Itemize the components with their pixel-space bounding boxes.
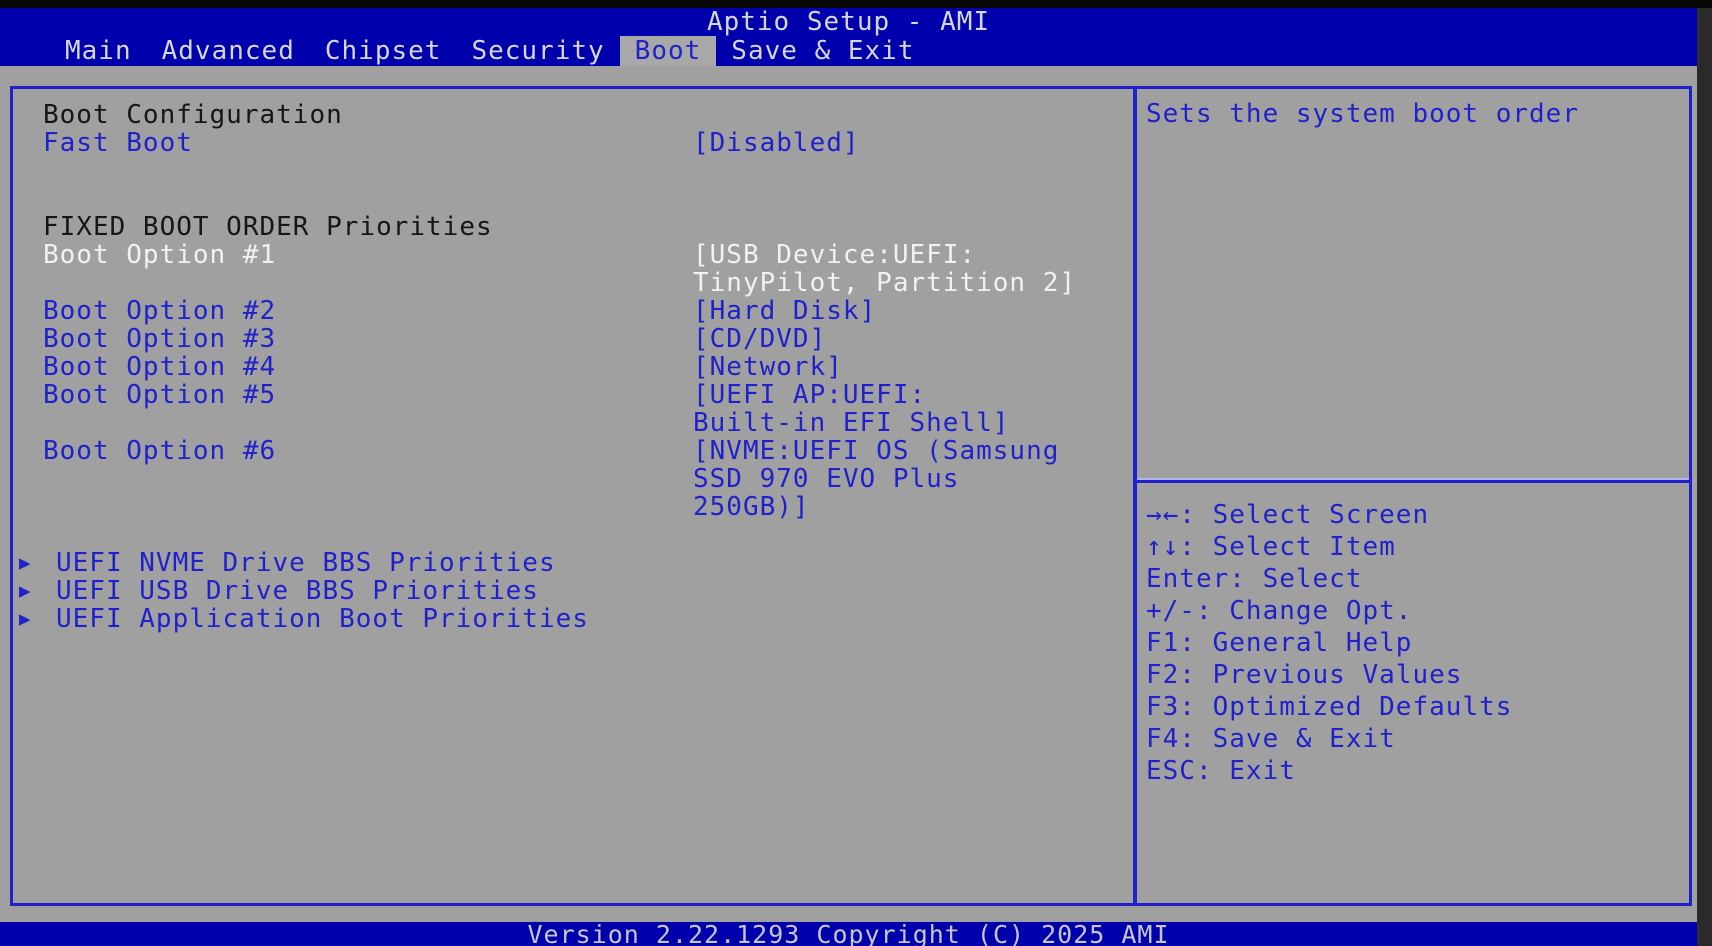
screen-right-bezel (1697, 0, 1712, 946)
submenu-arrow-icon: ▶ (19, 608, 32, 630)
option-value: [USB Device:UEFI: TinyPilot, Partition 2… (693, 240, 1077, 298)
option-label: Boot Option #4 (43, 352, 277, 382)
submenu-label: UEFI NVME Drive BBS Priorities (56, 548, 556, 578)
option-value: [UEFI AP:UEFI: Built-in EFI Shell] (693, 380, 1010, 438)
submenu-arrow-icon: ▶ (19, 552, 32, 574)
legend-item: Enter: Select (1146, 564, 1363, 594)
title-bar: Aptio Setup - AMI Main Advanced Chipset Sec… (0, 8, 1697, 66)
screen-top-bezel (0, 0, 1712, 8)
tab-boot[interactable]: Boot (619, 36, 717, 66)
option-boot-option-3[interactable]: Boot Option #3 [CD/DVD] (13, 325, 1133, 353)
app-title: Aptio Setup - AMI (706, 7, 991, 37)
submenu-uefi-nvme-drive-bbs-priorities[interactable]: ▶ UEFI NVME Drive BBS Priorities (13, 549, 1133, 577)
settings-rows: Boot Configuration Fast Boot [Disabled] FIX… (13, 101, 1133, 633)
legend-item: +/-: Change Opt. (1146, 596, 1413, 626)
submenu-label: UEFI USB Drive BBS Priorities (56, 576, 539, 606)
section-heading-boot-configuration: Boot Configuration (43, 100, 343, 130)
submenu-label: UEFI Application Boot Priorities (56, 604, 589, 634)
option-boot-option-5[interactable]: Boot Option #5 [UEFI AP:UEFI: Built-in EF… (13, 381, 1133, 437)
tab-chipset[interactable]: Chipset (310, 36, 457, 66)
legend-item: F1: General Help (1146, 628, 1413, 658)
option-value: [Network] (693, 352, 843, 382)
submenu-arrow-icon: ▶ (19, 580, 32, 602)
tab-security[interactable]: Security (456, 36, 619, 66)
option-label: Boot Option #2 (43, 296, 277, 326)
version-bar: Version 2.22.1293 Copyright (C) 2025 AMI (0, 922, 1697, 946)
submenu-uefi-usb-drive-bbs-priorities[interactable]: ▶ UEFI USB Drive BBS Priorities (13, 577, 1133, 605)
option-boot-option-2[interactable]: Boot Option #2 [Hard Disk] (13, 297, 1133, 325)
submenu-uefi-application-boot-priorities[interactable]: ▶ UEFI Application Boot Priorities (13, 605, 1133, 633)
section-heading-fixed-boot-order-priorities: FIXED BOOT ORDER Priorities (43, 212, 493, 242)
option-label: Fast Boot (43, 128, 193, 158)
version-text: Version 2.22.1293 Copyright (C) 2025 AMI (527, 922, 1170, 946)
option-boot-option-6[interactable]: Boot Option #6 [NVME:UEFI OS (Samsung SSD… (13, 437, 1133, 521)
tab-main[interactable]: Main (50, 36, 147, 66)
menu-bar: Main Advanced Chipset Security Boot Save & Ex… (0, 36, 1697, 66)
spacer-row (13, 185, 1133, 213)
option-value: [CD/DVD] (693, 324, 827, 354)
tab-save-exit[interactable]: Save & Exit (716, 36, 929, 66)
option-value: [NVME:UEFI OS (Samsung SSD 970 EVO Plus … (693, 436, 1060, 522)
legend-item: ESC: Exit (1146, 756, 1296, 786)
option-value: [Disabled] (693, 128, 860, 158)
option-label: Boot Option #1 (43, 240, 277, 270)
key-legend: →←: Select Screen ↑↓: Select Item Enter: S… (1137, 483, 1689, 787)
option-boot-option-1[interactable]: Boot Option #1 [USB Device:UEFI: TinyPilo… (13, 241, 1133, 297)
option-label: Boot Option #5 (43, 380, 277, 410)
legend-item: ↑↓: Select Item (1146, 532, 1396, 562)
legend-item: →←: Select Screen (1146, 500, 1430, 530)
option-value: [Hard Disk] (693, 296, 877, 326)
legend-item: F3: Optimized Defaults (1146, 692, 1513, 722)
help-text: Sets the system boot order (1146, 99, 1579, 129)
option-boot-option-4[interactable]: Boot Option #4 [Network] (13, 353, 1133, 381)
option-fast-boot[interactable]: Fast Boot [Disabled] (13, 129, 1133, 157)
spacer-row (13, 521, 1133, 549)
option-label: Boot Option #6 (43, 436, 277, 466)
help-panel: Sets the system boot order →←: Select Sc… (1137, 89, 1689, 903)
settings-panel: Boot Configuration Fast Boot [Disabled] FIX… (13, 89, 1137, 903)
setup-frame: Boot Configuration Fast Boot [Disabled] FIX… (10, 86, 1692, 906)
option-label: Boot Option #3 (43, 324, 277, 354)
bios-setup-screen: { "window": { "title": "Aptio Setup - AM… (0, 0, 1712, 946)
spacer-row (13, 157, 1133, 185)
legend-item: F4: Save & Exit (1146, 724, 1396, 754)
legend-item: F2: Previous Values (1146, 660, 1463, 690)
tab-advanced[interactable]: Advanced (147, 36, 310, 66)
